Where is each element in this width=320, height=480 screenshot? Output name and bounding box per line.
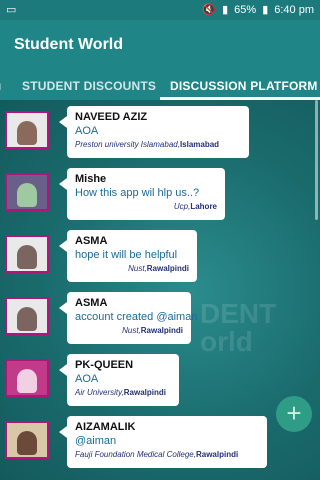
- city: Rawalpindi: [123, 388, 166, 397]
- university: Fauji Foundation Medical College,: [75, 450, 196, 459]
- user-name: PK-QUEEN: [75, 359, 134, 371]
- signal-icon: ▮: [222, 4, 229, 16]
- add-post-button[interactable]: +: [276, 396, 312, 432]
- list-item[interactable]: AIZAMALIK @aiman Fauji Foundation Medica…: [5, 416, 315, 470]
- message-bubble[interactable]: NAVEED AZIZ AOA Preston university Islam…: [59, 106, 249, 158]
- app-title: Student World: [14, 36, 124, 53]
- message-bubble[interactable]: ASMA hope it will be helpful Nust,Rawalp…: [59, 230, 197, 282]
- avatar[interactable]: [5, 111, 49, 149]
- message-text: AOA: [75, 125, 99, 137]
- tab-bar: ı STUDENT DISCOUNTS DISCUSSION PLATFORM: [0, 70, 320, 100]
- tab-discussion-platform[interactable]: DISCUSSION PLATFORM: [170, 79, 318, 93]
- university: Air University,: [75, 388, 124, 397]
- user-location: Preston university Islamabad,Islamabad: [75, 140, 241, 149]
- avatar[interactable]: [5, 297, 49, 335]
- user-name: ASMA: [75, 297, 108, 309]
- user-location: Nust,Rawalpindi: [75, 326, 183, 335]
- app-bar: Student World: [0, 20, 320, 70]
- city: Lahore: [190, 202, 217, 211]
- discussion-feed[interactable]: DENT orld NAVEED AZIZ AOA Preston univer…: [0, 100, 320, 480]
- user-name: Mishe: [75, 173, 107, 185]
- university: Preston university Islamabad,: [75, 140, 180, 149]
- user-location: Ucp,Lahore: [75, 202, 217, 211]
- message-bubble[interactable]: AIZAMALIK @aiman Fauji Foundation Medica…: [59, 416, 267, 468]
- message-text: How this app wil hlp us..?: [75, 187, 200, 199]
- plus-icon: +: [286, 398, 302, 428]
- battery-level: 65%: [234, 3, 257, 16]
- city: Rawalpindi: [140, 326, 183, 335]
- message-bubble[interactable]: ASMA account created @aiman Nust,Rawalpi…: [59, 292, 198, 344]
- scrollbar[interactable]: [315, 100, 318, 220]
- list-item[interactable]: ASMA hope it will be helpful Nust,Rawalp…: [5, 230, 315, 284]
- tab-previous[interactable]: ı: [0, 79, 2, 93]
- message-text: @aiman: [75, 435, 117, 447]
- list-item[interactable]: NAVEED AZIZ AOA Preston university Islam…: [5, 106, 315, 160]
- user-name: AIZAMALIK: [75, 421, 136, 433]
- message-text: account created @aiman: [75, 311, 198, 323]
- message-text: hope it will be helpful: [75, 249, 178, 261]
- notification-icon: ▭: [6, 4, 17, 16]
- user-location: Air University,Rawalpindi: [75, 388, 171, 397]
- tab-student-discounts[interactable]: STUDENT DISCOUNTS: [22, 79, 156, 93]
- list-item[interactable]: ASMA account created @aiman Nust,Rawalpi…: [5, 292, 315, 346]
- user-name: NAVEED AZIZ: [75, 111, 148, 123]
- avatar[interactable]: [5, 173, 49, 211]
- user-location: Nust,Rawalpindi: [75, 264, 189, 273]
- status-right: 🔇 ▮ 65% ▮ 6:40 pm: [202, 3, 314, 17]
- avatar[interactable]: [5, 359, 49, 397]
- mute-icon: 🔇: [202, 4, 217, 16]
- city: Rawalpindi: [146, 264, 189, 273]
- city: Rawalpindi: [195, 450, 239, 459]
- status-bar: ▭ 🔇 ▮ 65% ▮ 6:40 pm: [0, 0, 320, 20]
- city: Islamabad: [179, 140, 220, 149]
- user-name: ASMA: [75, 235, 108, 247]
- list-item[interactable]: PK-QUEEN AOA Air University,Rawalpindi: [5, 354, 315, 408]
- battery-icon: ▮: [262, 4, 269, 16]
- message-bubble[interactable]: PK-QUEEN AOA Air University,Rawalpindi: [59, 354, 179, 406]
- university: Nust,: [122, 326, 141, 335]
- avatar[interactable]: [5, 235, 49, 273]
- university: Ucp,: [173, 202, 191, 211]
- user-location: Fauji Foundation Medical College,Rawalpi…: [75, 450, 259, 459]
- message-bubble[interactable]: Mishe How this app wil hlp us..? Ucp,Lah…: [59, 168, 225, 220]
- avatar[interactable]: [5, 421, 49, 459]
- clock: 6:40 pm: [274, 3, 314, 16]
- message-text: AOA: [75, 373, 99, 385]
- university: Nust,: [128, 264, 147, 273]
- list-item[interactable]: Mishe How this app wil hlp us..? Ucp,Lah…: [5, 168, 315, 222]
